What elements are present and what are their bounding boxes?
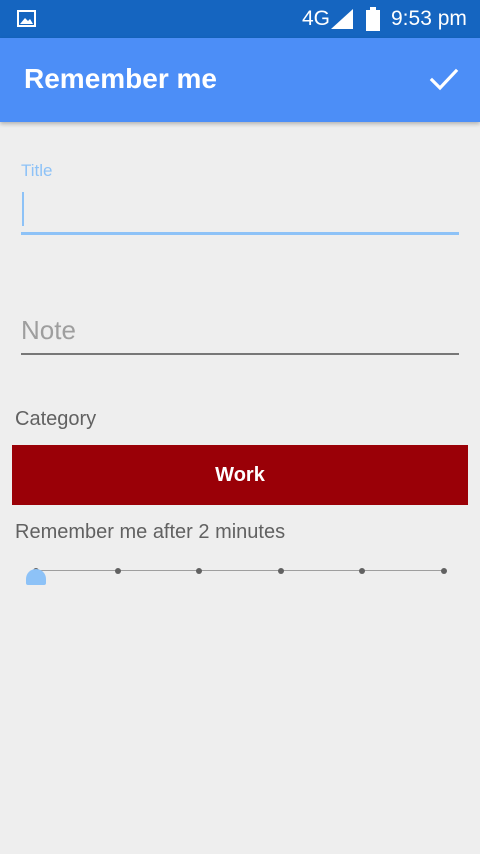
- slider-track: [36, 570, 444, 571]
- title-input[interactable]: [21, 188, 459, 235]
- slider-tick: [359, 568, 365, 574]
- network-type: 4G: [302, 7, 331, 30]
- app-bar: Remember me: [0, 38, 480, 122]
- battery-icon: [366, 7, 380, 31]
- category-button[interactable]: Work: [12, 445, 468, 505]
- status-time: 9:53 pm: [391, 7, 467, 30]
- save-button[interactable]: [426, 62, 462, 98]
- title-field-label: Title: [21, 161, 53, 180]
- status-bar: 4G 9:53 pm: [0, 0, 480, 38]
- remember-time-label: Remember me after 2 minutes: [15, 521, 286, 543]
- check-icon: [429, 68, 459, 91]
- signal-icon: [331, 9, 353, 29]
- text-cursor: [22, 192, 24, 226]
- slider-thumb[interactable]: [26, 569, 46, 585]
- category-label: Category: [15, 408, 97, 430]
- page-title: Remember me: [24, 63, 217, 94]
- note-input[interactable]: [21, 308, 459, 355]
- slider-tick: [115, 568, 121, 574]
- slider-tick: [441, 568, 447, 574]
- remember-time-slider[interactable]: [25, 555, 455, 595]
- slider-tick: [278, 568, 284, 574]
- slider-tick: [196, 568, 202, 574]
- gallery-icon: [17, 10, 36, 27]
